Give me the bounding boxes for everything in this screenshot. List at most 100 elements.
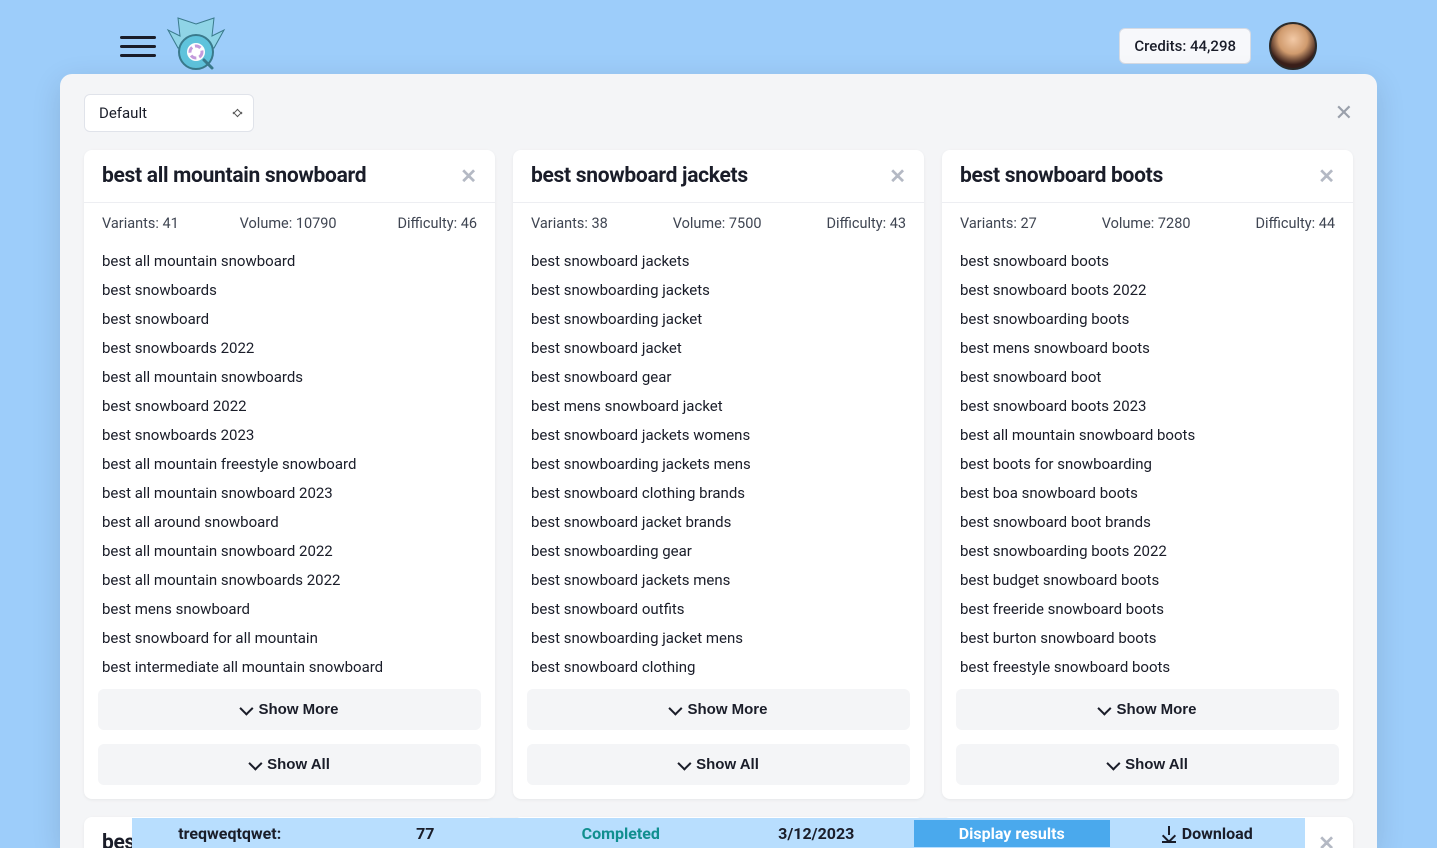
show-all-label: Show All	[267, 756, 330, 773]
keyword-item[interactable]: best snowboard boot brands	[960, 507, 1335, 536]
keyword-item[interactable]: best all around snowboard	[102, 507, 477, 536]
keyword-item[interactable]: best snowboard jacket	[531, 333, 906, 362]
keyword-item[interactable]: best snowboard boots 2023	[960, 391, 1335, 420]
keyword-item[interactable]: best snowboarding jacket	[531, 304, 906, 333]
keyword-item[interactable]: best freestyle snowboard boots	[960, 652, 1335, 681]
show-all-label: Show All	[696, 756, 759, 773]
keyword-item[interactable]: best mens snowboard boots	[960, 333, 1335, 362]
show-all-button[interactable]: Show All	[98, 744, 481, 785]
keyword-item[interactable]: best all mountain snowboard boots	[960, 420, 1335, 449]
card-close-button[interactable]: ✕	[1318, 164, 1335, 188]
keyword-item[interactable]: best burton snowboard boots	[960, 623, 1335, 652]
keyword-item[interactable]: best intermediate all mountain snowboard	[102, 652, 477, 681]
keyword-item[interactable]: best snowboards	[102, 275, 477, 304]
keyword-item[interactable]: best snowboarding boots 2022	[960, 536, 1335, 565]
keyword-item[interactable]: best snowboard boots 2022	[960, 275, 1335, 304]
chevron-down-icon	[677, 756, 691, 770]
show-all-button[interactable]: Show All	[527, 744, 910, 785]
keyword-item[interactable]: best mens snowboard	[102, 594, 477, 623]
display-results-button[interactable]: Display results	[914, 820, 1110, 847]
keyword-item[interactable]: best all mountain snowboard 2022	[102, 536, 477, 565]
keyword-item[interactable]: best boots for snowboarding	[960, 449, 1335, 478]
keyword-list: best snowboard jacketsbest snowboarding …	[513, 246, 924, 681]
difficulty-stat: Difficulty: 43	[826, 215, 906, 232]
report-name: treqweqtqwet:	[132, 820, 328, 847]
download-label: Download	[1182, 824, 1253, 843]
keyword-list: best all mountain snowboardbest snowboar…	[84, 246, 495, 681]
volume-stat: Volume: 10790	[240, 215, 337, 232]
keyword-card: best snowboard boots✕Variants: 27Volume:…	[942, 150, 1353, 799]
keyword-item[interactable]: best snowboard boot	[960, 362, 1335, 391]
keyword-item[interactable]: best snowboard clothing	[531, 652, 906, 681]
card-close-button[interactable]: ✕	[889, 164, 906, 188]
menu-button[interactable]	[120, 28, 156, 64]
keyword-card: best snowboard jackets ✕ Variants: 38 Volum…	[513, 150, 924, 799]
keyword-item[interactable]: best snowboarding jacket mens	[531, 623, 906, 652]
keyword-item[interactable]: best snowboard outfits	[531, 594, 906, 623]
keyword-card: best all mountain snowboard ✕ Variants: 41…	[84, 150, 495, 799]
keyword-item[interactable]: best snowboard for all mountain	[102, 623, 477, 652]
keyword-item[interactable]: best budget snowboard boots	[960, 565, 1335, 594]
panel-top-row: Default ✕	[84, 94, 1353, 132]
keyword-item[interactable]: best snowboard boots	[960, 246, 1335, 275]
card-stats: Variants: 38 Volume: 7500 Difficulty: 43	[513, 203, 924, 246]
card-header: best snowboard jackets ✕	[513, 150, 924, 203]
show-all-button[interactable]: Show All	[956, 744, 1339, 785]
card-close-button[interactable]: ✕	[460, 164, 477, 188]
close-panel-button[interactable]: ✕	[1335, 101, 1353, 126]
report-status: Completed	[523, 820, 719, 847]
keyword-item[interactable]: best mens snowboard jacket	[531, 391, 906, 420]
keyword-item[interactable]: best all mountain snowboard	[102, 246, 477, 275]
show-all-label: Show All	[1125, 756, 1188, 773]
keyword-item[interactable]: best snowboarding boots	[960, 304, 1335, 333]
keyword-list: best snowboard bootsbest snowboard boots…	[942, 246, 1353, 681]
keyword-item[interactable]: best snowboard clothing brands	[531, 478, 906, 507]
keyword-item[interactable]: best snowboarding jackets mens	[531, 449, 906, 478]
header-left	[120, 16, 228, 76]
card-header: best snowboard boots✕	[942, 150, 1353, 203]
credits-badge[interactable]: Credits: 44,298	[1119, 28, 1251, 64]
app-header: Credits: 44,298	[0, 0, 1437, 74]
app-logo[interactable]	[164, 16, 228, 76]
keyword-item[interactable]: best all mountain freestyle snowboard	[102, 449, 477, 478]
keyword-item[interactable]: best snowboards 2022	[102, 333, 477, 362]
filter-select[interactable]: Default	[84, 94, 254, 132]
chevron-down-icon	[669, 701, 683, 715]
show-more-button[interactable]: Show More	[527, 689, 910, 730]
chevron-down-icon	[1106, 756, 1120, 770]
card-stats: Variants: 41Volume: 10790Difficulty: 46	[84, 203, 495, 246]
keyword-item[interactable]: best snowboards 2023	[102, 420, 477, 449]
chevron-down-icon	[1098, 701, 1112, 715]
keyword-item[interactable]: best snowboard jackets	[531, 246, 906, 275]
variants-stat: Variants: 27	[960, 215, 1037, 232]
download-icon	[1162, 826, 1176, 840]
download-button[interactable]: Download	[1110, 820, 1306, 847]
button-row: Show More Show All	[942, 681, 1353, 799]
keyword-item[interactable]: best snowboard	[102, 304, 477, 333]
keyword-item[interactable]: best all mountain snowboards	[102, 362, 477, 391]
logo-icon	[164, 16, 228, 76]
user-avatar[interactable]	[1269, 22, 1317, 70]
keyword-item[interactable]: best snowboard gear	[531, 362, 906, 391]
keyword-item[interactable]: best snowboarding gear	[531, 536, 906, 565]
keyword-item[interactable]: best snowboard jacket brands	[531, 507, 906, 536]
show-more-button[interactable]: Show More	[98, 689, 481, 730]
button-row: Show More Show All	[513, 681, 924, 799]
card-close-button[interactable]: ✕	[1318, 831, 1335, 848]
show-more-label: Show More	[258, 701, 338, 718]
keyword-item[interactable]: best all mountain snowboards 2022	[102, 565, 477, 594]
keyword-item[interactable]: best snowboard 2022	[102, 391, 477, 420]
keyword-item[interactable]: best snowboard jackets womens	[531, 420, 906, 449]
keyword-item[interactable]: best snowboard jackets mens	[531, 565, 906, 594]
variants-stat: Variants: 38	[531, 215, 608, 232]
show-more-button[interactable]: Show More	[956, 689, 1339, 730]
report-date: 3/12/2023	[719, 820, 915, 847]
keyword-item[interactable]: best freeride snowboard boots	[960, 594, 1335, 623]
button-row: Show More Show All	[84, 681, 495, 799]
cards-row: best all mountain snowboard ✕ Variants: 41…	[84, 150, 1353, 799]
card-title: best snowboard jackets	[531, 164, 748, 188]
keyword-item[interactable]: best all mountain snowboard 2023	[102, 478, 477, 507]
keyword-item[interactable]: best boa snowboard boots	[960, 478, 1335, 507]
volume-stat: Volume: 7500	[673, 215, 762, 232]
keyword-item[interactable]: best snowboarding jackets	[531, 275, 906, 304]
